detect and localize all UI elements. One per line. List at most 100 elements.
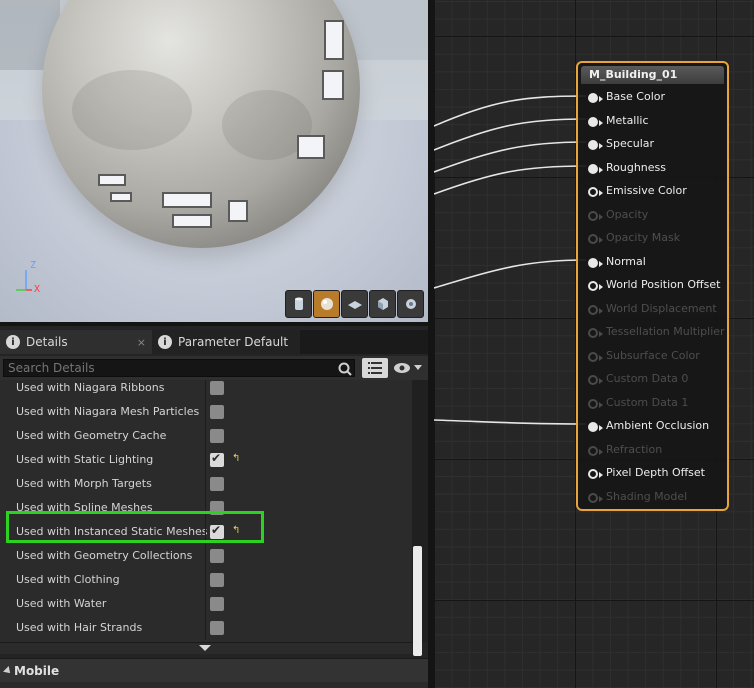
property-row: Used with Water (0, 592, 412, 616)
wire-metallic (434, 118, 587, 151)
pin-connector-icon[interactable] (588, 163, 603, 174)
search-input[interactable] (3, 359, 355, 377)
input-pin: Refraction (588, 440, 728, 460)
input-pin[interactable]: Ambient Occlusion (588, 416, 728, 436)
property-label: Used with Niagara Mesh Particles (16, 405, 200, 418)
input-pin[interactable]: Emissive Color (588, 181, 728, 201)
pin-label: Base Color (606, 90, 666, 103)
cylinder-preview-icon (294, 297, 303, 310)
pin-connector-icon[interactable] (588, 469, 603, 479)
pin-connector-icon[interactable] (588, 187, 603, 197)
column-divider (205, 544, 206, 568)
property-label: Used with Clothing (16, 573, 120, 586)
pin-label: Specular (606, 137, 655, 150)
pin-connector-icon (588, 304, 603, 315)
property-label: Used with Niagara Ribbons (16, 381, 165, 394)
property-row: Used with Hair Strands (0, 616, 412, 640)
pin-connector-icon (588, 351, 603, 362)
property-label: Used with Geometry Collections (16, 549, 193, 562)
close-tab-button[interactable]: × (137, 336, 146, 349)
pin-connector-icon (588, 375, 603, 385)
property-checkbox[interactable] (210, 451, 224, 467)
plane-preview-button[interactable] (341, 290, 368, 318)
tab-details[interactable]: i Details × (0, 330, 152, 354)
property-checkbox[interactable] (210, 381, 224, 395)
column-divider (205, 448, 206, 472)
property-matrix-button[interactable] (362, 358, 388, 378)
tab-details-label: Details (26, 335, 68, 349)
pin-label: Normal (606, 254, 646, 268)
expand-advanced-icon (199, 645, 211, 651)
input-pin[interactable]: Pixel Depth Offset (588, 463, 728, 483)
sphere-preview-button[interactable] (313, 290, 340, 318)
property-row: Used with Geometry Collections (0, 544, 412, 568)
custom-mesh-preview-icon (405, 299, 416, 309)
column-divider (205, 568, 206, 592)
pin-connector-icon[interactable] (588, 93, 603, 103)
pin-connector-icon[interactable] (588, 116, 603, 127)
list-view-icon (368, 362, 382, 374)
annotation-highlight-box (6, 511, 264, 543)
advanced-expand-row[interactable] (0, 642, 412, 654)
category-mobile[interactable]: Mobile (0, 658, 428, 682)
pin-connector-icon[interactable] (588, 257, 603, 268)
input-pin: Custom Data 1 (588, 393, 728, 413)
reset-to-default-icon[interactable]: ↰ (232, 454, 242, 464)
scrollbar-thumb[interactable] (413, 546, 422, 656)
search-row (0, 356, 428, 380)
pin-label: Subsurface Color (606, 348, 700, 362)
input-pin: Tessellation Multiplier (588, 322, 728, 342)
input-pin: Opacity Mask (588, 228, 728, 248)
eye-icon (394, 363, 410, 373)
property-checkbox[interactable] (210, 405, 224, 419)
material-result-node[interactable]: M_Building_01 Base Color Metallic Specular… (576, 61, 729, 511)
column-divider (205, 424, 206, 448)
input-pin[interactable]: Roughness (588, 158, 728, 178)
cube-preview-button[interactable] (369, 290, 396, 318)
pin-label: World Displacement (606, 301, 717, 315)
property-row: Used with Morph Targets (0, 472, 412, 496)
input-pin[interactable]: Normal (588, 252, 728, 272)
input-pin: Custom Data 0 (588, 369, 728, 389)
input-pin[interactable]: Specular (588, 134, 728, 154)
tab-parameter-defaults[interactable]: i Parameter Defaults (152, 330, 300, 354)
pin-label: Opacity (606, 207, 649, 221)
pin-connector-icon (588, 492, 603, 503)
property-checkbox[interactable] (210, 621, 224, 635)
pin-label: Ambient Occlusion (606, 419, 710, 432)
pin-connector-icon (588, 445, 603, 456)
cylinder-preview-button[interactable] (285, 290, 312, 318)
property-label: Used with Geometry Cache (16, 429, 167, 442)
column-divider (205, 400, 206, 424)
pin-connector-icon[interactable] (588, 140, 603, 150)
search-icon (338, 362, 352, 376)
input-pin[interactable]: Metallic (588, 111, 728, 131)
material-graph[interactable]: M_Building_01 Base Color Metallic Specular… (434, 0, 754, 688)
pin-connector-icon[interactable] (588, 422, 603, 432)
property-checkbox[interactable] (210, 549, 224, 563)
pin-connector-icon (588, 210, 603, 221)
pin-label: Opacity Mask (606, 231, 681, 244)
custom-mesh-preview-button[interactable] (397, 290, 424, 318)
property-row: Used with Niagara Ribbons (0, 380, 412, 400)
view-options-button[interactable] (392, 360, 424, 376)
input-pin[interactable]: Base Color (588, 87, 728, 107)
pin-label: Refraction (606, 442, 663, 456)
property-checkbox[interactable] (210, 477, 224, 491)
wire-specular (434, 141, 587, 173)
category-mobile-label: Mobile (14, 664, 60, 678)
wire-base-color (434, 95, 587, 127)
preview-viewport[interactable]: Z X Y (0, 0, 428, 322)
input-pin[interactable]: World Position Offset (588, 275, 728, 295)
wire-roughness (434, 165, 587, 195)
column-divider (205, 380, 206, 400)
pin-connector-icon[interactable] (588, 281, 603, 291)
property-checkbox[interactable] (210, 597, 224, 611)
property-checkbox[interactable] (210, 573, 224, 587)
column-divider (205, 616, 206, 640)
cube-preview-icon (377, 298, 388, 310)
details-panel: i Details × i Parameter Defaults Search … (0, 322, 428, 688)
pin-label: World Position Offset (606, 278, 721, 291)
property-checkbox[interactable] (210, 429, 224, 443)
input-pin: World Displacement (588, 299, 728, 319)
